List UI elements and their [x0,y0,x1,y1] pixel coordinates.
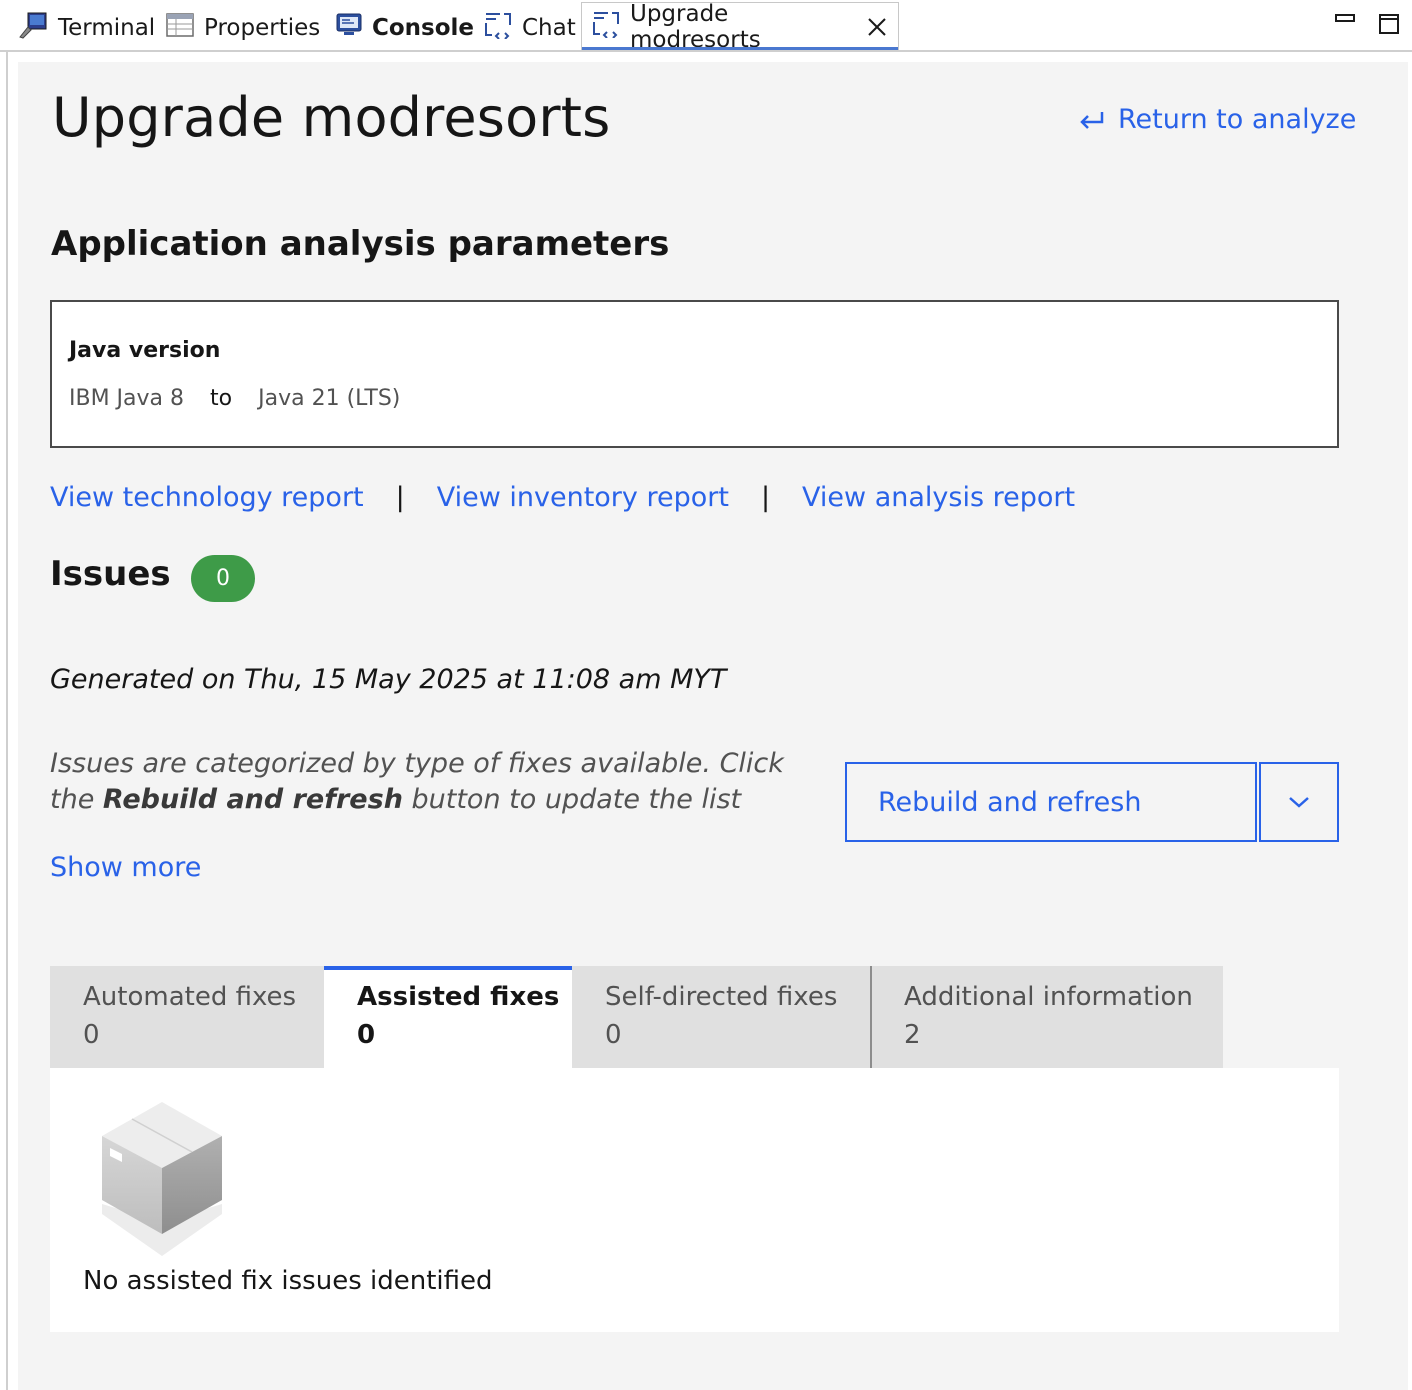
desc-bold-text: Rebuild and refresh [102,784,403,815]
tab-label: Self-directed fixes [605,982,838,1012]
terminal-icon [18,11,48,45]
tab-count: 0 [605,1020,622,1050]
page-title: Upgrade modresorts [52,86,611,149]
minimize-icon[interactable] [1334,12,1358,33]
empty-state-message: No assisted fix issues identified [83,1266,493,1296]
view-tab-upgrade-modresorts[interactable]: Upgrade modresorts [581,0,899,53]
view-tab-label: Properties [204,15,321,41]
rebuild-dropdown-button[interactable] [1259,762,1339,842]
generated-timestamp: Generated on Thu, 15 May 2025 at 11:08 a… [50,664,727,695]
show-more-link[interactable]: Show more [50,852,201,883]
parameters-heading: Application analysis parameters [51,224,670,264]
java-version-label: Java version [69,338,221,363]
console-icon [336,12,362,44]
tab-count: 0 [357,1020,376,1050]
tab-additional-information[interactable]: Additional information 2 [870,966,1223,1068]
tab-automated-fixes[interactable]: Automated fixes 0 [50,966,324,1068]
issues-description: Issues are categorized by type of fixes … [50,746,810,818]
rebuild-and-refresh-button[interactable]: Rebuild and refresh [845,762,1257,842]
java-to: Java 21 (LTS) [258,386,401,411]
link-separator: | [395,482,405,513]
tab-count: 0 [83,1020,100,1050]
view-tab-label: Console [372,15,475,41]
report-links: View technology report | View inventory … [50,482,1075,513]
view-tab-terminal[interactable]: Terminal [18,6,155,50]
view-tab-label: Upgrade modresorts [630,0,761,53]
tab-count: 2 [904,1020,921,1050]
java-version-box: Java version IBM Java 8 to Java 21 (LTS) [50,300,1339,448]
view-tab-properties[interactable]: Properties [166,6,320,50]
java-to-word: to [210,386,233,411]
tab-label: Additional information [904,982,1193,1012]
chat-icon [484,11,512,45]
view-tab-label: Terminal [58,15,156,41]
return-label: Return to analyze [1118,104,1357,135]
close-icon[interactable] [866,16,888,38]
java-version-row: IBM Java 8 to Java 21 (LTS) [69,386,400,411]
view-tab-console[interactable]: Console [336,6,474,50]
view-analysis-report-link[interactable]: View analysis report [802,482,1075,513]
tab-assisted-fixes[interactable]: Assisted fixes 0 [324,966,572,1068]
tab-self-directed-fixes[interactable]: Self-directed fixes 0 [572,966,870,1068]
tab-label: Automated fixes [83,982,297,1012]
view-tab-bar: Terminal Properties Console Chat Upgrade… [0,0,1412,53]
view-technology-report-link[interactable]: View technology report [50,482,364,513]
view-inventory-report-link[interactable]: View inventory report [437,482,729,513]
view-tab-chat[interactable]: Chat [484,6,576,50]
view-tab-label: Chat [522,15,576,41]
tab-label: Assisted fixes [357,982,560,1012]
chevron-down-icon [1289,797,1309,808]
chat-icon [592,10,620,44]
issues-count-badge: 0 [191,555,255,602]
issues-heading: Issues [50,554,171,594]
properties-icon [166,12,194,44]
link-separator: | [760,482,771,513]
return-to-analyze-link[interactable]: Return to analyze [1078,104,1356,135]
return-arrow-icon [1080,111,1104,129]
desc-text: button to update the list [402,784,742,815]
java-from: IBM Java 8 [69,386,185,411]
empty-box-icon [102,1102,222,1256]
maximize-icon[interactable] [1378,12,1402,43]
